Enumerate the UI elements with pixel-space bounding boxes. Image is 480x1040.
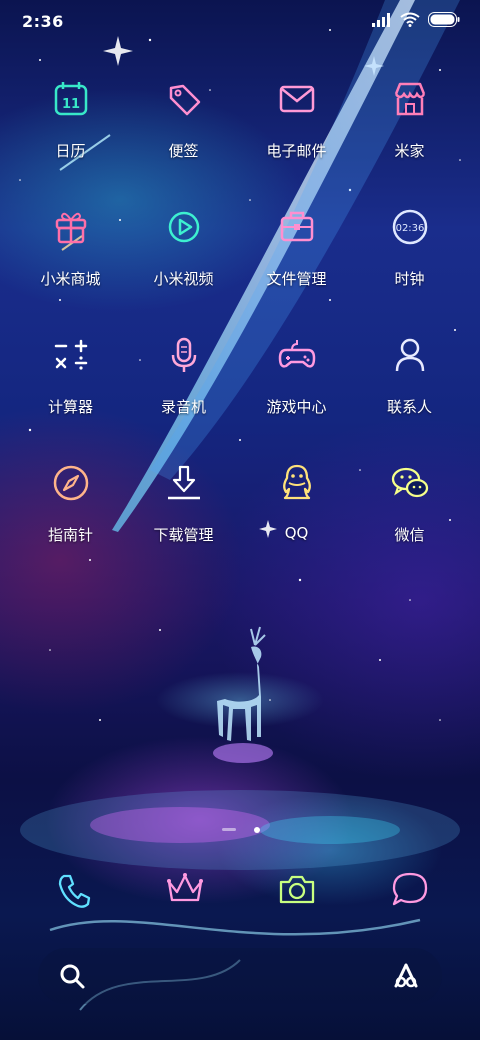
store-icon <box>394 82 426 116</box>
microphone-icon <box>171 337 197 372</box>
app-label: 电子邮件 <box>266 142 327 160</box>
phone-icon[interactable] <box>54 868 94 912</box>
app-label: 米家 <box>394 142 425 160</box>
dock <box>0 868 480 918</box>
svg-text:11: 11 <box>62 97 80 112</box>
app-contacts[interactable]: 联系人 <box>353 334 466 454</box>
app-compass[interactable]: 指南针 <box>14 462 127 582</box>
app-mi-video[interactable]: 小米视频 <box>127 206 240 326</box>
wechat-icon <box>391 467 429 498</box>
signal-icon <box>372 12 390 27</box>
camera-icon[interactable] <box>277 868 317 912</box>
status-icons <box>372 12 460 27</box>
app-email[interactable]: 电子邮件 <box>240 78 353 198</box>
app-label: 指南针 <box>47 526 93 544</box>
app-downloads[interactable]: 下载管理 <box>127 462 240 582</box>
battery-icon <box>428 12 460 27</box>
clock-icon: 02:36 <box>392 209 428 245</box>
app-label: 小米商城 <box>40 270 101 288</box>
wifi-icon <box>400 12 420 27</box>
app-game-center[interactable]: 游戏中心 <box>240 334 353 454</box>
app-file-manager[interactable]: 文件管理 <box>240 206 353 326</box>
gamepad-icon <box>278 340 316 368</box>
status-bar: 2:36 <box>0 0 480 44</box>
app-label: 录音机 <box>160 398 206 416</box>
tag-icon <box>169 84 201 116</box>
gift-icon <box>55 212 87 244</box>
app-label: 联系人 <box>386 398 432 416</box>
deer-silhouette <box>213 626 273 763</box>
app-calendar[interactable]: 11 日历 <box>14 78 127 198</box>
app-notes[interactable]: 便签 <box>127 78 240 198</box>
app-label: 游戏中心 <box>266 398 327 416</box>
chat-bubble-icon[interactable] <box>390 868 430 912</box>
app-label: 微信 <box>394 526 425 544</box>
app-wechat[interactable]: 微信 <box>353 462 466 582</box>
briefcase-icon <box>280 211 314 242</box>
app-mi-store[interactable]: 小米商城 <box>14 206 127 326</box>
app-label: 计算器 <box>47 398 93 416</box>
assistant-icon[interactable] <box>392 962 420 990</box>
calculator-icon <box>54 339 88 370</box>
crown-icon[interactable] <box>165 868 205 912</box>
mail-icon <box>279 85 315 113</box>
download-icon <box>168 465 200 500</box>
app-calculator[interactable]: 计算器 <box>14 334 127 454</box>
app-label: 日历 <box>55 142 86 160</box>
person-icon <box>395 338 425 372</box>
search-icon[interactable] <box>58 962 86 990</box>
app-qq[interactable]: QQ <box>240 462 353 582</box>
compass-icon <box>53 465 89 501</box>
app-label: 便签 <box>168 142 199 160</box>
page-indicator <box>222 827 260 833</box>
status-time: 2:36 <box>22 12 64 31</box>
app-label: 下载管理 <box>153 526 214 544</box>
app-label: 小米视频 <box>153 270 214 288</box>
app-label: QQ <box>284 524 309 542</box>
app-recorder[interactable]: 录音机 <box>127 334 240 454</box>
app-mijia[interactable]: 米家 <box>353 78 466 198</box>
calendar-icon: 11 <box>54 82 88 116</box>
svg-text:02:36: 02:36 <box>396 223 425 234</box>
search-bar[interactable] <box>38 948 442 1004</box>
app-label: 时钟 <box>394 270 425 288</box>
play-icon <box>168 211 200 243</box>
app-clock[interactable]: 02:36 时钟 <box>353 206 466 326</box>
app-label: 文件管理 <box>266 270 327 288</box>
qq-icon <box>283 464 311 500</box>
